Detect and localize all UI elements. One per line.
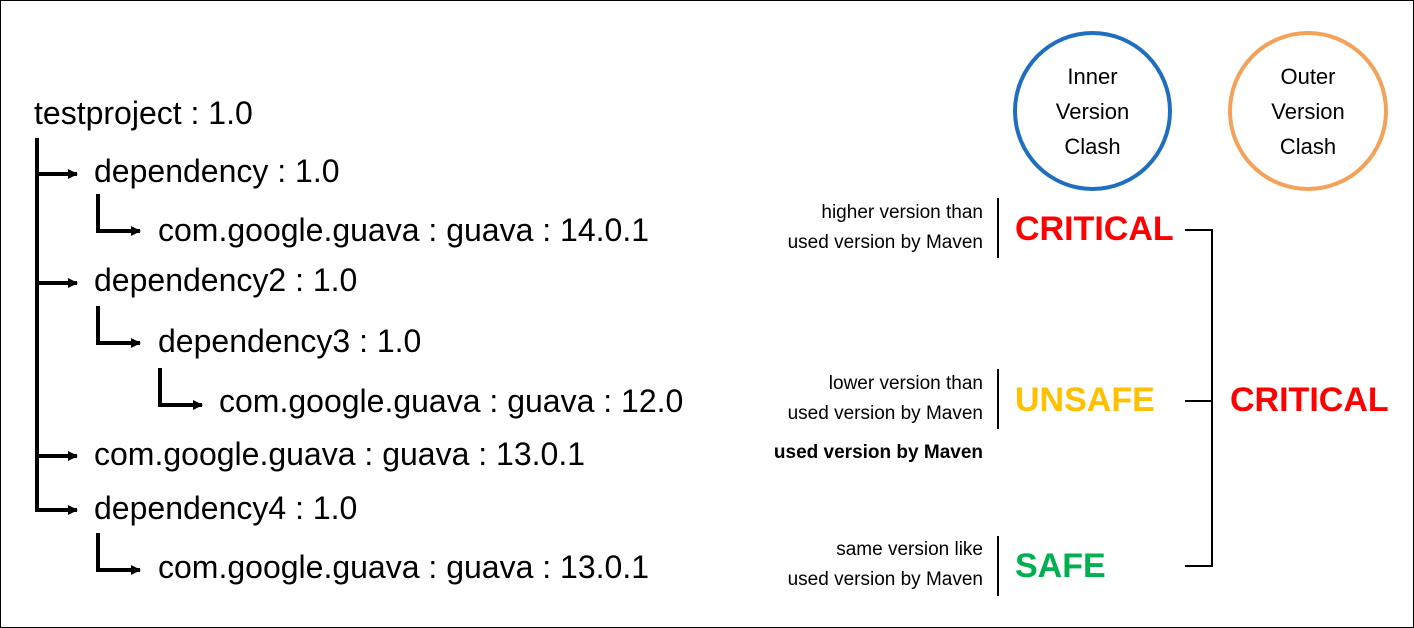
note-higher-version: higher version than used version by Mave…: [787, 202, 983, 253]
inner-version-clash-label: Inner Version Clash: [1055, 63, 1130, 159]
elbow-arrow-dep4-guava: [96, 533, 141, 575]
elbow-arrow-dep3: [96, 306, 141, 348]
inner-version-clash-circle: Inner Version Clash: [1013, 31, 1172, 191]
elbow-arrow-dep3-guava: [158, 368, 203, 410]
note-lower-version: lower version than used version by Maven: [787, 373, 983, 424]
tree-root: testproject : 1.0: [34, 95, 253, 131]
tree-node-dependency3: dependency3 : 1.0: [158, 323, 422, 359]
outer-version-clash-label: Outer Version Clash: [1271, 63, 1345, 159]
tree-node-dependency2: dependency2 : 1.0: [94, 262, 358, 298]
outer-version-clash-circle: Outer Version Clash: [1228, 31, 1388, 191]
outer-bracket: [1185, 229, 1213, 567]
diagram-canvas: testproject : 1.0 dependency : 1.0 com.g…: [0, 0, 1414, 628]
tree-node-direct-guava: com.google.guava : guava : 13.0.1: [94, 436, 586, 472]
note-used-version: used version by Maven: [773, 442, 983, 463]
level-safe: SAFE: [1015, 547, 1106, 585]
level-unsafe: UNSAFE: [1015, 381, 1155, 419]
tree-node-dependency: dependency : 1.0: [94, 153, 340, 189]
tree-node-dependency-guava: com.google.guava : guava : 14.0.1: [158, 212, 650, 248]
elbow-arrow-dep1-guava: [96, 194, 141, 236]
tree-node-dependency4: dependency4 : 1.0: [94, 490, 358, 526]
level-critical-inner: CRITICAL: [1015, 210, 1174, 248]
note-same-version: same version like used version by Maven: [787, 539, 983, 590]
tree-node-dependency3-guava: com.google.guava : guava : 12.0: [219, 383, 684, 419]
level-critical-outer: CRITICAL: [1230, 381, 1389, 419]
tree-node-dependency4-guava: com.google.guava : guava : 13.0.1: [158, 549, 650, 585]
